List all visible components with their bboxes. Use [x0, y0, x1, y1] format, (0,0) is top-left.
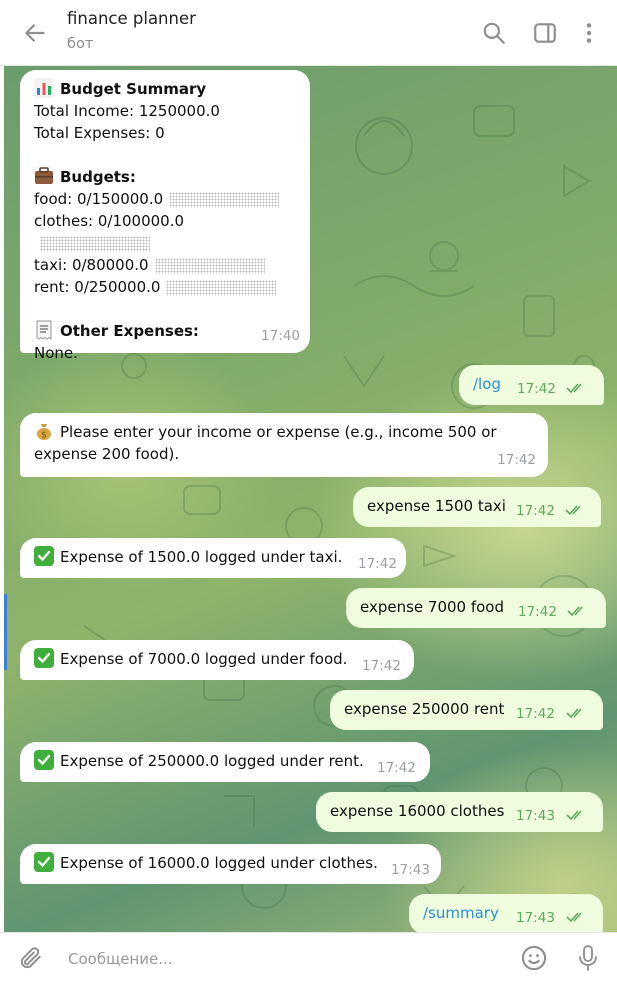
- other-expenses-title: Other Expenses:: [60, 322, 199, 340]
- sidebar-toggle-icon[interactable]: [532, 20, 558, 46]
- message-time: 17:43: [516, 808, 555, 824]
- prompt-text-1: Please enter your income or expense (e.g…: [60, 423, 497, 441]
- search-icon[interactable]: [481, 20, 507, 46]
- back-arrow-icon[interactable]: [22, 20, 48, 46]
- double-check-icon: [566, 708, 582, 719]
- message-time: 17:43: [391, 862, 430, 878]
- attach-paperclip-icon[interactable]: [18, 945, 44, 971]
- budget-summary-title: Budget Summary: [60, 80, 207, 98]
- check-mark-icon: [34, 852, 54, 872]
- message-text: expense 250000 rent: [344, 700, 505, 718]
- message-summary-command[interactable]: /summary 17:43: [409, 894, 603, 932]
- message-time: 17:42: [517, 381, 556, 397]
- message-logged-rent[interactable]: Expense of 250000.0 logged under rent. 1…: [20, 742, 430, 782]
- message-text: Expense of 250000.0 logged under rent.: [60, 752, 364, 770]
- spoiler-bar[interactable]: [154, 257, 265, 274]
- message-input[interactable]: [66, 943, 490, 975]
- double-check-icon: [566, 912, 582, 923]
- total-income: Total Income: 1250000.0: [34, 102, 220, 120]
- selection-indicator: [4, 594, 7, 670]
- budgets-title-row: Budgets:: [34, 166, 296, 188]
- spoiler-bar[interactable]: [166, 279, 277, 296]
- chat-area[interactable]: Budget Summary Total Income: 1250000.0 T…: [4, 66, 617, 932]
- budget-line-rent: rent: 0/250000.0: [34, 276, 296, 298]
- spoiler-bar[interactable]: [40, 235, 150, 252]
- summary-command-link[interactable]: /summary: [423, 904, 499, 922]
- check-mark-icon: [34, 750, 54, 770]
- bar-chart-icon: [34, 78, 54, 98]
- budget-line-food: food: 0/150000.0: [34, 188, 296, 210]
- message-enter-prompt[interactable]: $ Please enter your income or expense (e…: [20, 413, 548, 477]
- check-mark-icon: [34, 546, 54, 566]
- message-expense-taxi[interactable]: expense 1500 taxi 17:42: [353, 487, 601, 527]
- message-text: expense 1500 taxi: [367, 497, 506, 515]
- message-text: Expense of 16000.0 logged under clothes.: [60, 854, 378, 872]
- message-log-command[interactable]: /log 17:42: [459, 365, 604, 405]
- budget-food: food: 0/150000.0: [34, 190, 164, 208]
- chat-header: finance planner бот: [0, 0, 617, 66]
- prompt-line-1: $ Please enter your income or expense (e…: [34, 421, 534, 443]
- chat-title[interactable]: finance planner: [67, 9, 196, 28]
- message-time: 17:42: [362, 658, 401, 674]
- check-mark-icon: [34, 648, 54, 668]
- message-composer: [0, 932, 617, 982]
- message-time: 17:42: [497, 452, 536, 468]
- message-logged-clothes[interactable]: Expense of 16000.0 logged under clothes.…: [20, 844, 441, 884]
- budgets-title: Budgets:: [60, 168, 136, 186]
- double-check-icon: [566, 810, 582, 821]
- budget-taxi: taxi: 0/80000.0: [34, 256, 149, 274]
- message-text: Expense of 7000.0 logged under food.: [60, 650, 348, 668]
- double-check-icon: [566, 383, 582, 394]
- message-logged-taxi[interactable]: Expense of 1500.0 logged under taxi. 17:…: [20, 538, 406, 578]
- microphone-icon[interactable]: [576, 944, 600, 972]
- money-bag-icon: $: [37, 424, 51, 441]
- spoiler-bar[interactable]: [169, 191, 280, 208]
- message-text: expense 7000 food: [360, 598, 505, 616]
- message-text: Expense of 1500.0 logged under taxi.: [60, 548, 343, 566]
- message-logged-food[interactable]: Expense of 7000.0 logged under food. 17:…: [20, 640, 414, 680]
- message-time: 17:42: [358, 556, 397, 572]
- message-expense-clothes[interactable]: expense 16000 clothes 17:43: [316, 792, 603, 832]
- other-expenses-value: None.: [34, 344, 78, 362]
- budget-rent: rent: 0/250000.0: [34, 278, 161, 296]
- budget-line-clothes: clothes: 0/100000.0: [34, 210, 296, 254]
- message-expense-rent[interactable]: expense 250000 rent 17:42: [330, 690, 603, 730]
- log-command-link[interactable]: /log: [473, 375, 501, 393]
- double-check-icon: [567, 606, 583, 617]
- receipt-icon: [36, 320, 52, 340]
- budget-clothes: clothes: 0/100000.0: [34, 212, 185, 230]
- emoji-smile-icon[interactable]: [520, 944, 548, 972]
- message-text: expense 16000 clothes: [330, 802, 505, 820]
- prompt-text-2: expense 200 food).: [34, 445, 180, 463]
- svg-text:$: $: [41, 431, 47, 441]
- chat-subtitle: бот: [67, 36, 94, 52]
- message-time: 17:40: [261, 328, 300, 344]
- budget-summary-title-row: Budget Summary: [34, 78, 296, 100]
- total-expenses: Total Expenses: 0: [34, 124, 165, 142]
- message-time: 17:42: [377, 760, 416, 776]
- more-vertical-icon[interactable]: [576, 20, 602, 46]
- message-time: 17:43: [516, 910, 555, 926]
- message-time: 17:42: [516, 706, 555, 722]
- message-time: 17:42: [518, 604, 557, 620]
- double-check-icon: [565, 505, 581, 516]
- message-time: 17:42: [516, 503, 555, 519]
- other-expenses-title-row: Other Expenses:: [34, 320, 296, 342]
- message-expense-food[interactable]: expense 7000 food 17:42: [346, 588, 606, 628]
- briefcase-icon: [35, 167, 53, 184]
- budget-line-taxi: taxi: 0/80000.0: [34, 254, 296, 276]
- message-budget-summary[interactable]: Budget Summary Total Income: 1250000.0 T…: [20, 70, 310, 362]
